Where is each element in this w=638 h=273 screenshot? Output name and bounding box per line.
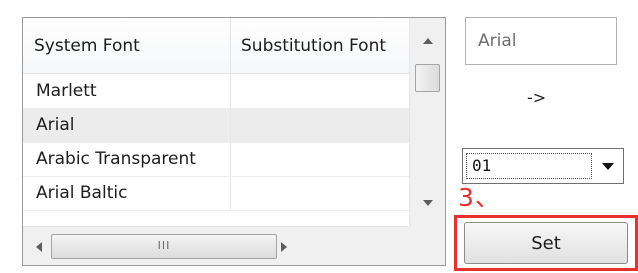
substitution-font-cell: [231, 143, 409, 176]
dropdown-arrow-icon[interactable]: [602, 163, 614, 170]
scroll-right-arrow-icon[interactable]: [281, 242, 287, 252]
substitution-font-input[interactable]: [465, 17, 617, 65]
vertical-scrollbar[interactable]: [409, 18, 445, 226]
table-row[interactable]: Arial Baltic: [23, 177, 409, 211]
substitution-font-cell: [231, 177, 409, 210]
vertical-scroll-thumb[interactable]: [415, 64, 440, 92]
table-row-selected[interactable]: Arial: [23, 109, 409, 143]
scroll-up-arrow-icon[interactable]: [423, 38, 433, 44]
set-button[interactable]: Set: [464, 222, 628, 264]
scrollbar-corner: [409, 226, 445, 265]
table-header: System Font Substitution Font: [23, 18, 409, 74]
system-font-cell: Arabic Transparent: [23, 143, 231, 176]
table-row[interactable]: Marlett: [23, 75, 409, 109]
scroll-down-arrow-icon[interactable]: [423, 200, 433, 206]
system-font-cell: Arial: [23, 109, 231, 142]
font-table[interactable]: System Font Substitution Font Marlett Ar…: [22, 17, 446, 266]
horizontal-scrollbar[interactable]: III: [23, 226, 409, 265]
system-font-cell: Arial Baltic: [23, 177, 231, 210]
mapping-arrow-label: ->: [527, 88, 547, 107]
table-body: Marlett Arial Arabic Transparent Arial B…: [23, 75, 409, 220]
column-header-substitution-font[interactable]: Substitution Font: [231, 18, 409, 74]
step-annotation-label: 3、: [458, 183, 501, 212]
substitution-font-cell: [231, 109, 409, 142]
table-row[interactable]: Arabic Transparent: [23, 143, 409, 177]
font-substitution-panel: System Font Substitution Font Marlett Ar…: [0, 0, 638, 273]
substitution-font-cell: [231, 75, 409, 108]
column-header-system-font[interactable]: System Font: [23, 18, 231, 74]
horizontal-scroll-thumb[interactable]: III: [51, 234, 277, 259]
charset-select-value: 01: [466, 153, 592, 179]
scroll-left-arrow-icon[interactable]: [36, 242, 42, 252]
system-font-cell: Marlett: [23, 75, 231, 108]
